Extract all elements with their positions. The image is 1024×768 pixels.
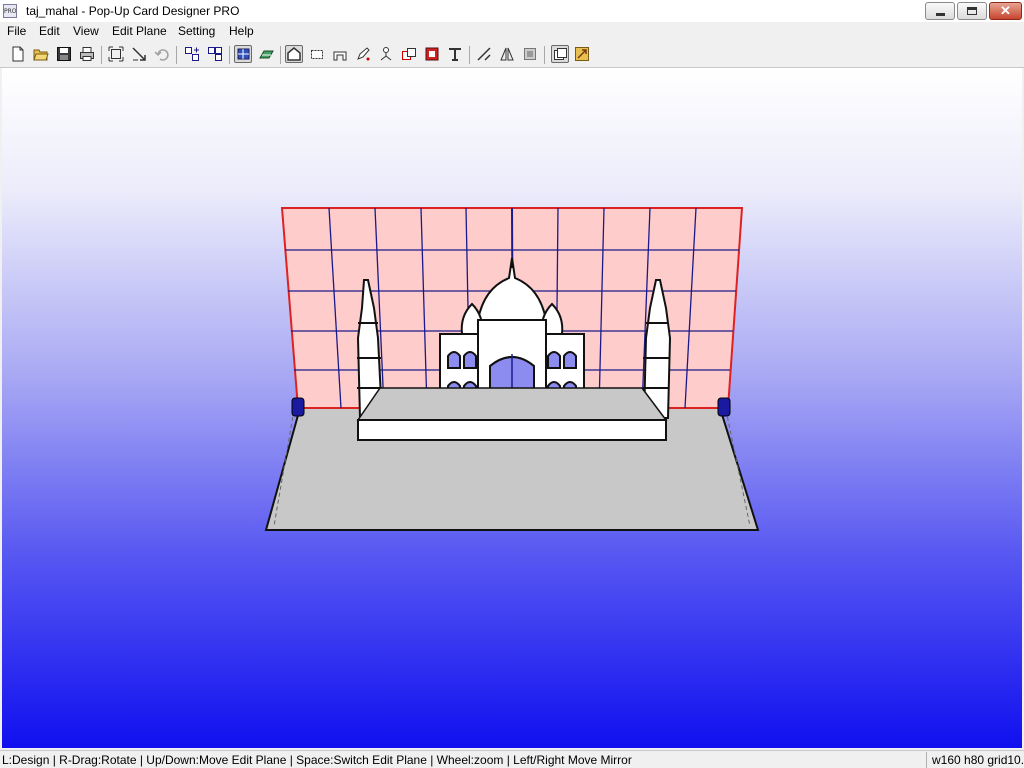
stamp-button[interactable] — [377, 45, 395, 63]
draw-rectangle-icon — [311, 50, 323, 59]
layers-icon — [554, 48, 567, 60]
menu-file[interactable]: File — [7, 24, 26, 38]
save-icon — [57, 47, 71, 61]
view-3d-icon — [259, 50, 274, 59]
text-tool-icon — [449, 48, 461, 61]
text-tool-button[interactable] — [446, 45, 464, 63]
toolbar — [0, 42, 1024, 68]
menu-bar: File Edit View Edit Plane Setting Help — [0, 22, 1024, 42]
toolbar-separator — [176, 46, 177, 64]
remove-piece-button[interactable] — [206, 45, 224, 63]
hinge-right[interactable] — [717, 397, 731, 417]
open-folder-icon — [33, 49, 49, 61]
stamp-icon — [380, 47, 392, 61]
toolbar-separator — [544, 46, 545, 64]
print-icon — [80, 47, 94, 61]
remove-piece-icon — [208, 47, 222, 61]
pen-tool-icon — [357, 47, 370, 61]
toolbar-separator — [101, 46, 102, 64]
menu-setting[interactable]: Setting — [178, 24, 215, 38]
add-piece-button[interactable] — [183, 45, 201, 63]
copy-shape-button[interactable] — [400, 45, 418, 63]
save-button[interactable] — [55, 45, 73, 63]
status-hints: L:Design | R-Drag:Rotate | Up/Down:Move … — [2, 753, 632, 767]
status-divider — [926, 752, 927, 768]
new-file-button[interactable] — [9, 45, 27, 63]
open-button[interactable] — [32, 45, 50, 63]
layers-button[interactable] — [551, 45, 569, 63]
new-file-icon — [12, 46, 24, 62]
title-bar: PRO taj_mahal - Pop-Up Card Designer PRO… — [0, 0, 1024, 23]
draw-rectangle-button[interactable] — [308, 45, 326, 63]
toolbar-separator — [469, 46, 470, 64]
menu-edit-plane[interactable]: Edit Plane — [112, 24, 167, 38]
draw-arch-button[interactable] — [331, 45, 349, 63]
app-logo-icon[interactable]: PRO — [3, 4, 17, 18]
view-plane-button[interactable] — [234, 45, 252, 63]
maximize-icon — [967, 7, 977, 15]
fit-view-button[interactable] — [107, 45, 125, 63]
copy-shape-icon — [402, 48, 416, 60]
menu-view[interactable]: View — [73, 24, 99, 38]
draw-shape-button[interactable] — [285, 45, 303, 63]
pen-tool-button[interactable] — [354, 45, 372, 63]
export-image-button[interactable] — [573, 45, 591, 63]
maximize-button[interactable] — [957, 2, 987, 20]
mirror-icon — [500, 47, 514, 61]
menu-edit[interactable]: Edit — [39, 24, 60, 38]
toolbar-separator — [280, 46, 281, 64]
undo-icon — [154, 49, 169, 61]
minimize-icon — [936, 13, 945, 16]
status-bar: L:Design | R-Drag:Rotate | Up/Down:Move … — [0, 750, 1024, 768]
window-title: taj_mahal - Pop-Up Card Designer PRO — [26, 4, 240, 18]
hinge-left[interactable] — [291, 397, 305, 417]
fill-color-button[interactable] — [423, 45, 441, 63]
toolbar-separator — [229, 46, 230, 64]
mirror-button[interactable] — [498, 45, 516, 63]
fit-view-icon — [108, 46, 124, 62]
add-piece-icon — [185, 47, 199, 61]
image-icon — [524, 48, 536, 60]
line-tool-icon — [477, 47, 491, 61]
export-image-icon — [575, 47, 589, 61]
draw-arch-icon — [333, 51, 347, 61]
popup-card-scene[interactable] — [2, 68, 1022, 748]
print-button[interactable] — [78, 45, 96, 63]
model-plinth[interactable] — [357, 419, 667, 441]
fill-color-icon — [425, 47, 439, 61]
scale-icon — [132, 47, 146, 61]
view-3d-button[interactable] — [257, 45, 275, 63]
image-button[interactable] — [521, 45, 539, 63]
draw-shape-icon — [287, 47, 301, 61]
view-plane-icon — [237, 48, 250, 60]
3d-viewport[interactable] — [2, 68, 1022, 748]
menu-help[interactable]: Help — [229, 24, 254, 38]
minimize-button[interactable] — [925, 2, 955, 20]
close-button[interactable]: ✕ — [989, 2, 1022, 20]
status-dimensions: w160 h80 grid10.0 — [932, 753, 1024, 767]
line-tool-button[interactable] — [475, 45, 493, 63]
model-plinth-top — [356, 387, 668, 421]
undo-button[interactable] — [153, 45, 171, 63]
close-icon: ✕ — [1000, 3, 1011, 18]
scale-button[interactable] — [130, 45, 148, 63]
